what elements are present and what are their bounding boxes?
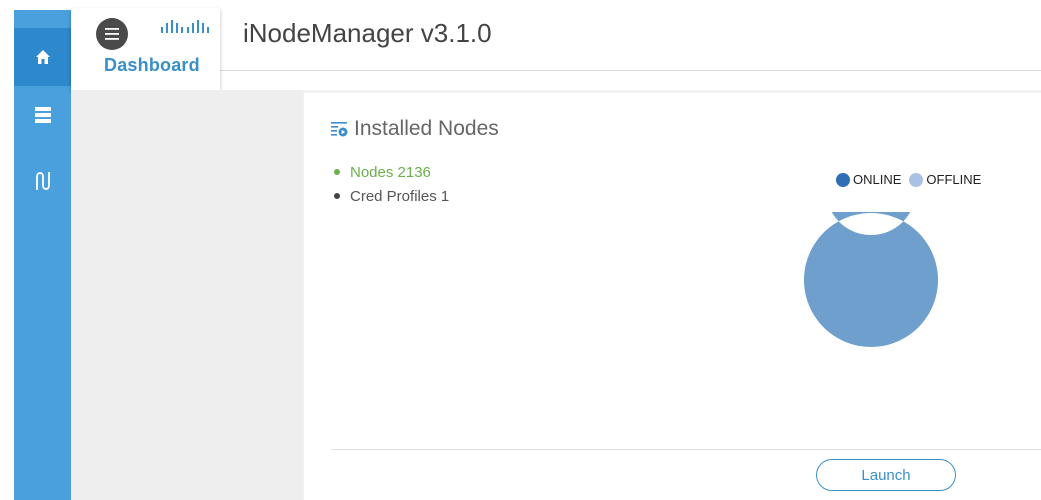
- cisco-logo: [160, 19, 220, 40]
- server-icon: [34, 107, 51, 123]
- card-title-text: Installed Nodes: [354, 117, 499, 140]
- topology-icon: [35, 172, 50, 190]
- list-play-icon: [331, 122, 348, 137]
- legend-item-online[interactable]: ONLINE: [836, 172, 901, 187]
- sidebar-item-home[interactable]: [14, 28, 71, 86]
- list-item: Nodes 2136: [332, 160, 449, 184]
- chart-legend: ONLINE OFFLINE: [836, 172, 989, 187]
- legend-item-offline[interactable]: OFFLINE: [909, 172, 981, 187]
- bullet-icon: [334, 169, 340, 175]
- bullet-icon: [334, 193, 340, 199]
- cred-profiles-count: Cred Profiles 1: [350, 187, 450, 205]
- app-title: iNodeManager v3.1.0: [243, 18, 492, 48]
- list-item: Cred Profiles 1: [332, 184, 449, 208]
- card-title: Installed Nodes: [330, 117, 499, 141]
- legend-label: OFFLINE: [926, 172, 982, 187]
- legend-swatch: [836, 172, 850, 187]
- legend-swatch: [909, 172, 924, 187]
- hamburger-icon: [105, 28, 119, 40]
- menu-button[interactable]: [96, 18, 128, 50]
- nodes-count: Nodes 2136: [350, 163, 431, 181]
- sidebar-item-topology[interactable]: [14, 152, 71, 210]
- stats-list: Nodes 2136 Cred Profiles 1: [332, 160, 449, 208]
- dashboard-label[interactable]: Dashboard: [104, 55, 200, 76]
- sidebar: [0, 0, 71, 500]
- legend-label: ONLINE: [853, 172, 902, 187]
- sidebar-item-servers[interactable]: [14, 86, 71, 144]
- header-divider: [220, 70, 1041, 71]
- launch-button[interactable]: Launch: [816, 459, 956, 491]
- card-footer-divider: [331, 449, 1041, 450]
- nodes-donut-chart: [804, 212, 938, 347]
- home-icon: [35, 50, 50, 64]
